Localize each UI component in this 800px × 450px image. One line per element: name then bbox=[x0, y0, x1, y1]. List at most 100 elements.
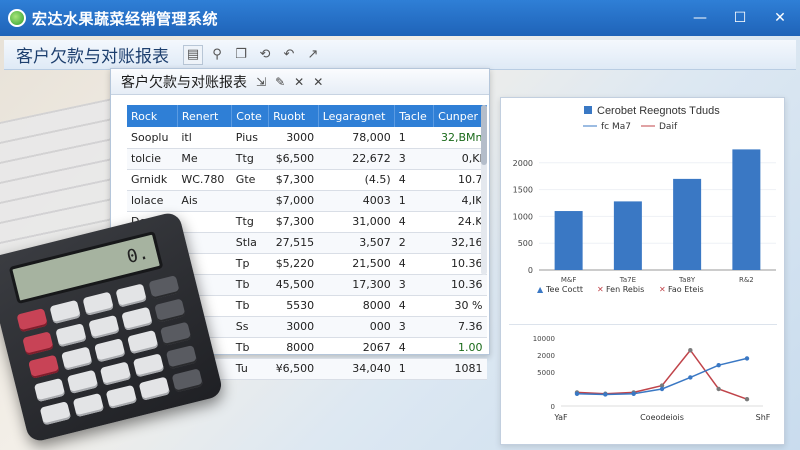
y-tick-label: 2000 bbox=[513, 159, 533, 168]
series-line bbox=[576, 349, 748, 400]
column-header[interactable]: Cote bbox=[231, 105, 270, 127]
y-tick-label: 5000 bbox=[537, 369, 555, 377]
calculator-key bbox=[115, 283, 147, 308]
calculator-key bbox=[88, 314, 120, 340]
calculator-key bbox=[55, 323, 87, 348]
table-cell: 24.K bbox=[433, 211, 487, 233]
calculator-key bbox=[28, 354, 60, 379]
table-cell: Ttg bbox=[231, 148, 269, 170]
table-cell: Stla bbox=[231, 232, 269, 254]
x-tick-label: Coeodeiois bbox=[640, 413, 684, 422]
close-button[interactable]: ✕ bbox=[760, 0, 800, 36]
refresh-icon[interactable]: ⟲ bbox=[255, 45, 275, 65]
table-cell: 17,300 bbox=[318, 274, 395, 296]
settings-icon[interactable]: ✎ bbox=[275, 75, 285, 89]
table-cell: 0,Kl bbox=[433, 148, 487, 170]
y-tick-label: 500 bbox=[518, 239, 533, 248]
table-cell: $7,000 bbox=[268, 190, 319, 212]
table-cell: Gte bbox=[231, 169, 269, 191]
calculator-key bbox=[105, 384, 138, 409]
table-cell: $7,300 bbox=[268, 169, 319, 191]
table-row[interactable]: lolace Ais $7,000 4003 1 4,IK bbox=[127, 190, 487, 212]
table-cell: 5530 bbox=[268, 295, 319, 317]
x-tick-label: Ta8Y bbox=[678, 276, 696, 284]
share-icon[interactable]: ↗ bbox=[303, 45, 323, 65]
table-cell bbox=[231, 190, 269, 212]
maximize-button[interactable]: ☐ bbox=[720, 0, 760, 36]
table-cell: 3000 bbox=[268, 316, 319, 338]
column-header[interactable]: Legaragnet bbox=[318, 105, 396, 127]
table-cell: 8000 bbox=[318, 295, 395, 317]
undo-icon[interactable]: ↶ bbox=[279, 45, 299, 65]
data-point bbox=[631, 391, 636, 396]
scrollbar-thumb[interactable] bbox=[481, 105, 487, 165]
table-cell: 8000 bbox=[268, 337, 319, 359]
column-header[interactable]: Renert bbox=[177, 105, 233, 127]
x-tick-label: ShF bbox=[756, 413, 771, 422]
y-tick-label: 1000 bbox=[513, 212, 533, 221]
bar bbox=[732, 149, 761, 270]
table-cell: 1 bbox=[394, 127, 434, 149]
more-icon[interactable]: ✕ bbox=[313, 75, 323, 89]
column-header[interactable]: Cunper bbox=[433, 105, 487, 127]
table-cell: 3000 bbox=[268, 127, 319, 149]
data-point bbox=[716, 386, 721, 392]
table-cell: 3 bbox=[394, 316, 434, 338]
pin-icon[interactable]: ⇲ bbox=[256, 75, 266, 89]
column-header[interactable]: Ruobt bbox=[268, 105, 319, 127]
calculator-key bbox=[16, 308, 48, 333]
app-logo-icon bbox=[8, 9, 26, 27]
y-tick-label: 0 bbox=[528, 266, 533, 275]
window-controls: — ☐ ✕ bbox=[680, 0, 800, 36]
table-cell: 1 bbox=[394, 190, 434, 212]
x-tick-label: Ta7E bbox=[619, 276, 636, 284]
table-cell: 21,500 bbox=[318, 253, 395, 275]
column-header[interactable]: Tacle bbox=[394, 105, 435, 127]
report-panel-header: 客户欠款与对账报表 ⇲ ✎ ✕ ✕ bbox=[111, 69, 489, 95]
table-cell: itl bbox=[177, 127, 232, 149]
y-tick-label: 0 bbox=[551, 403, 555, 411]
table-cell: Pius bbox=[231, 127, 269, 149]
table-cell: Tu bbox=[231, 358, 269, 380]
table-cell: 4 bbox=[394, 253, 434, 275]
table-cell: 10.7 bbox=[433, 169, 487, 191]
table-cell: Ais bbox=[177, 190, 232, 212]
calculator-key bbox=[121, 306, 153, 331]
y-tick-label: 1500 bbox=[513, 186, 533, 195]
search-icon[interactable]: ⚲ bbox=[207, 45, 227, 65]
calculator-key bbox=[33, 377, 66, 403]
table-cell: Me bbox=[177, 148, 232, 170]
table-row[interactable]: tolcie Me Ttg $6,500 22,672 3 0,Kl bbox=[127, 148, 487, 170]
minimize-button[interactable]: — bbox=[680, 0, 720, 36]
table-row[interactable]: Sooplu itl Pius 3000 78,000 1 32,BMn bbox=[127, 127, 487, 149]
charts-panel: Cerobet Reegnots Tduds fc Ma7 Daif 0 500 1000… bbox=[500, 97, 785, 445]
app-title: 宏达水果蔬菜经销管理系统 bbox=[32, 9, 219, 28]
table-scrollbar[interactable] bbox=[481, 105, 487, 275]
legend-marker: ✕ bbox=[659, 285, 666, 294]
table-cell: 34,040 bbox=[318, 358, 395, 380]
table-cell: 4 bbox=[394, 211, 434, 233]
x-tick-label: R&2 bbox=[739, 276, 754, 284]
y-tick-label: 2000 bbox=[537, 352, 555, 360]
table-cell: 45,500 bbox=[268, 274, 319, 296]
data-point bbox=[744, 397, 750, 402]
table-cell: WC.780 bbox=[177, 169, 232, 191]
chart-title: Cerobet Reegnots Tduds bbox=[597, 105, 720, 117]
calculator-key bbox=[154, 298, 186, 323]
table-cell: 4 bbox=[394, 169, 434, 191]
calculator-key bbox=[138, 376, 171, 401]
close-panel-icon[interactable]: ✕ bbox=[294, 75, 304, 89]
column-header[interactable]: Rock bbox=[127, 105, 178, 127]
legend-label: Tee Coctt bbox=[545, 285, 583, 294]
legend-label: Fen Rebis bbox=[606, 285, 644, 294]
legend-marker: ✕ bbox=[597, 285, 604, 294]
table-cell: 78,000 bbox=[318, 127, 395, 149]
copy-icon[interactable]: ❐ bbox=[231, 45, 251, 65]
data-point bbox=[688, 348, 693, 353]
legend-label: fc Ma7 bbox=[601, 122, 631, 132]
calculator-key bbox=[94, 338, 126, 363]
list-icon[interactable]: ▤ bbox=[183, 44, 203, 65]
table-cell: 3 bbox=[394, 274, 434, 296]
table-row[interactable]: Grnidk WC.780 Gte $7,300 (4.5) 4 10.7 bbox=[127, 169, 487, 191]
line-chart: Conis Raetens10000200050000YaFCoeodeiois… bbox=[533, 335, 771, 422]
